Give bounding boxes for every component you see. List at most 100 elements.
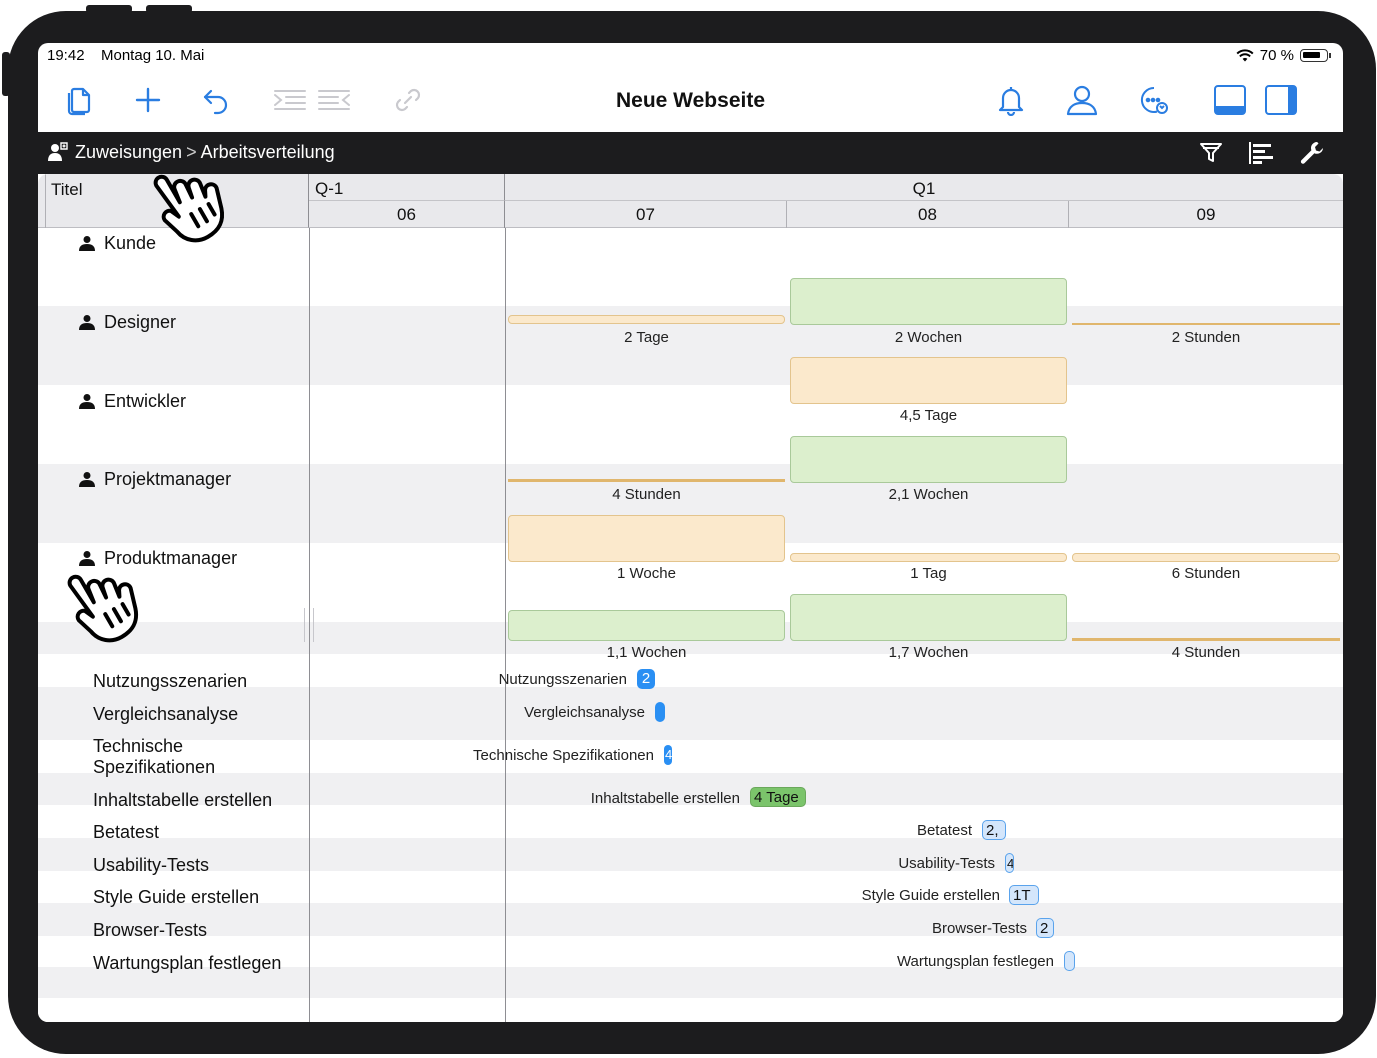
workload-bar[interactable]	[508, 610, 785, 641]
task-bar-label: Technische Spezifikationen	[473, 747, 654, 764]
workload-label: 4 Stunden	[1171, 644, 1241, 661]
workload-bar[interactable]	[1072, 638, 1340, 641]
workload-bar[interactable]	[508, 515, 785, 562]
workload-label: 1,7 Wochen	[888, 644, 969, 661]
indent-icon[interactable]	[270, 81, 310, 119]
task-duration: 1T	[1013, 887, 1031, 904]
workload-bar[interactable]	[790, 278, 1067, 325]
workload-label: 2 Stunden	[1171, 329, 1241, 346]
task-bar-label: Vergleichsanalyse	[524, 704, 645, 721]
month-header: 07	[505, 201, 787, 228]
person-icon	[79, 315, 95, 330]
workload-label: 4,5 Tage	[899, 407, 958, 424]
quarter-label: Q1	[912, 179, 936, 198]
resource-name: Projektmanager	[104, 469, 232, 489]
month-label: 09	[1196, 205, 1216, 224]
filter-icon[interactable]	[1198, 140, 1224, 166]
battery-icon	[1300, 49, 1328, 62]
task-bar[interactable]: 4	[1005, 853, 1014, 873]
task-title[interactable]: Style Guide erstellen	[93, 887, 259, 908]
workload-bar[interactable]	[508, 479, 785, 482]
task-title-line: Technische	[93, 736, 184, 756]
task-title-line: Spezifikationen	[93, 757, 216, 777]
task-bar-label: Nutzungsszenarien	[498, 671, 627, 688]
app-screen: 19:42 Montag 10. Mai 70 % Neue Webseite	[38, 43, 1343, 1022]
month-label: 07	[636, 205, 655, 224]
gantt-grid: Titel Q-1 Q1 06 07 08 09 Kunde Designer	[38, 174, 1343, 1022]
task-bar-label: Inhaltstabelle erstellen	[590, 790, 740, 807]
task-bar[interactable]: 4 Tage	[750, 787, 806, 807]
task-bar-label: Style Guide erstellen	[861, 887, 1000, 904]
task-bar-label: Usability-Tests	[898, 855, 995, 872]
battery-percent: 70 %	[1259, 47, 1294, 64]
device-button-top-2	[146, 5, 192, 13]
task-bar-label: Betatest	[916, 822, 972, 839]
task-title[interactable]: Nutzungsszenarien	[93, 671, 247, 692]
task-title[interactable]: Inhaltstabelle erstellen	[93, 790, 272, 811]
status-time: 19:42	[47, 47, 85, 64]
workload-label: 2,1 Wochen	[888, 486, 969, 503]
add-icon[interactable]	[128, 81, 168, 119]
resize-handle[interactable]	[304, 608, 314, 642]
workload-label: 1 Woche	[617, 565, 676, 582]
workload-bar[interactable]	[1072, 553, 1340, 562]
wifi-icon	[1236, 49, 1254, 62]
task-duration: 2,	[986, 822, 999, 839]
bottom-panel-icon[interactable]	[1210, 81, 1250, 119]
documents-icon[interactable]	[60, 81, 100, 119]
month-header: 09	[1069, 201, 1343, 228]
toolbar: Neue Webseite	[38, 69, 1343, 132]
workload-bar[interactable]	[790, 594, 1067, 641]
task-bar[interactable]: 1T	[1009, 885, 1039, 905]
outdent-icon[interactable]	[314, 81, 354, 119]
quarter-label: Q-1	[315, 179, 344, 198]
month-label: 08	[918, 205, 937, 224]
task-title[interactable]: Wartungsplan festlegen	[93, 953, 281, 974]
workload-bar[interactable]	[508, 315, 785, 324]
person-icon	[79, 236, 95, 251]
task-bar[interactable]	[1064, 951, 1075, 971]
person-icon	[79, 472, 95, 487]
quarter-header: Q1	[505, 174, 1343, 201]
task-bar[interactable]	[655, 702, 665, 722]
task-row[interactable]	[38, 838, 1343, 871]
person-icon[interactable]	[1062, 81, 1102, 119]
workload-bar[interactable]	[790, 436, 1067, 483]
workload-bar[interactable]	[790, 357, 1067, 404]
status-date: Montag 10. Mai	[101, 47, 205, 64]
task-duration: 2	[1040, 920, 1049, 937]
task-title-multiline[interactable]: Technische Spezifikationen	[93, 736, 215, 778]
title-column-label: Titel	[51, 180, 83, 199]
task-title[interactable]: Vergleichsanalyse	[93, 704, 238, 725]
task-bar[interactable]: 2	[1036, 918, 1054, 938]
task-bar[interactable]: 2,	[982, 820, 1006, 840]
task-bar[interactable]: 2	[637, 669, 655, 689]
device-button-top-1	[86, 5, 132, 13]
task-duration: 4	[1007, 856, 1014, 871]
link-icon[interactable]	[388, 81, 428, 119]
task-duration: 4 Tage	[754, 789, 799, 806]
undo-icon[interactable]	[196, 81, 236, 119]
workload-label: 2 Wochen	[894, 329, 963, 346]
task-bar[interactable]: 4	[664, 745, 672, 765]
task-title[interactable]: Usability-Tests	[93, 855, 209, 876]
resource-row[interactable]	[38, 385, 1343, 464]
timeline-header: Q-1 Q1 06 07 08 09	[309, 174, 1343, 228]
side-panel-icon[interactable]	[1261, 81, 1301, 119]
task-title[interactable]: Browser-Tests	[93, 920, 207, 941]
task-duration: 4	[665, 747, 672, 762]
task-row[interactable]	[38, 740, 1343, 773]
person-icon	[79, 394, 95, 409]
column-divider	[45, 174, 46, 228]
document-title: Neue Webseite	[616, 89, 765, 112]
workload-bar[interactable]	[790, 553, 1067, 562]
gantt-bars-icon[interactable]	[1248, 140, 1274, 166]
chat-sync-icon[interactable]	[1134, 81, 1174, 119]
workload-label: 1 Tag	[910, 565, 947, 582]
task-title[interactable]: Betatest	[93, 822, 159, 843]
task-duration: 2	[641, 670, 651, 687]
workload-bar[interactable]	[1072, 323, 1340, 325]
bell-icon[interactable]	[991, 81, 1031, 119]
wrench-icon[interactable]	[1299, 140, 1325, 166]
device-button-side	[2, 52, 10, 96]
